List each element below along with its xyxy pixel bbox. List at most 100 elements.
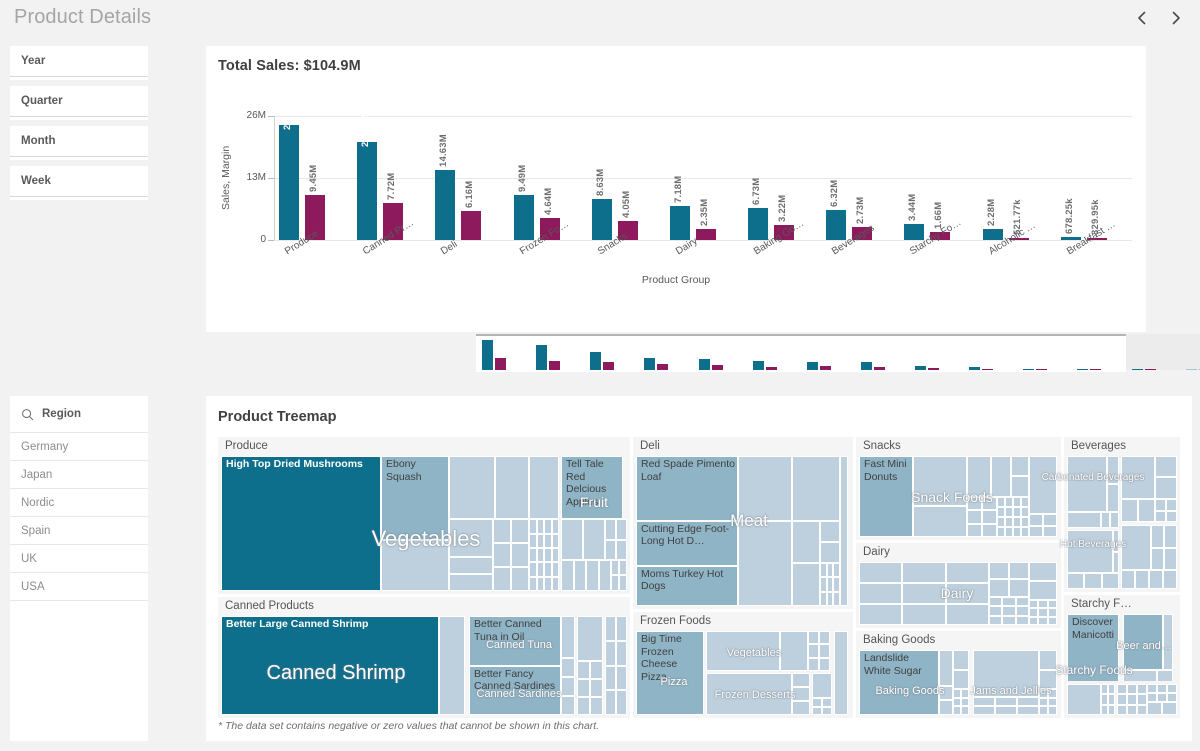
treemap-tile[interactable] (583, 519, 605, 560)
treemap-tile[interactable] (536, 548, 544, 563)
treemap-tile[interactable] (819, 644, 830, 658)
treemap-tile[interactable] (792, 673, 810, 687)
treemap-tile[interactable] (449, 574, 493, 591)
treemap-tile[interactable]: Cutting Edge Foot-Long Hot D… (636, 520, 738, 566)
treemap-tile[interactable] (544, 576, 552, 591)
treemap-tile[interactable] (973, 696, 995, 706)
treemap-tile[interactable] (967, 523, 982, 537)
treemap-tile[interactable] (605, 539, 616, 560)
treemap-tile[interactable] (1013, 526, 1021, 537)
treemap-tile[interactable] (967, 496, 982, 510)
treemap-tile[interactable] (961, 689, 969, 698)
treemap-tile[interactable] (792, 562, 820, 606)
treemap-tile[interactable] (819, 631, 830, 645)
treemap-tile[interactable] (989, 562, 1009, 580)
treemap-tile[interactable] (616, 519, 627, 540)
treemap-tile[interactable] (1002, 596, 1016, 607)
treemap-tile[interactable] (833, 562, 840, 577)
treemap-tile[interactable] (1108, 694, 1115, 705)
region-item-germany[interactable]: Germany (10, 433, 148, 461)
treemap-tile[interactable] (826, 577, 834, 592)
treemap-tile[interactable] (561, 657, 575, 677)
treemap-tile[interactable] (1039, 650, 1057, 670)
treemap-tile[interactable] (989, 596, 1003, 607)
treemap-tile[interactable] (561, 695, 575, 715)
treemap-tile[interactable] (551, 576, 559, 591)
treemap-tile[interactable] (792, 456, 840, 521)
treemap-tile[interactable] (1101, 694, 1108, 705)
treemap-tile[interactable] (840, 456, 848, 606)
treemap-tile[interactable] (1021, 496, 1029, 507)
treemap-tile[interactable] (1029, 599, 1039, 609)
treemap-tile[interactable] (1147, 702, 1162, 715)
treemap-tile[interactable] (738, 456, 792, 521)
treemap-tile[interactable] (619, 559, 627, 576)
treemap-tile[interactable] (792, 687, 810, 701)
treemap-group-produce[interactable]: Produce High Top Dried Mushrooms Ebony Squ… (218, 437, 630, 594)
treemap-tile[interactable] (616, 616, 627, 641)
treemap-tile[interactable] (551, 548, 559, 563)
treemap-tile[interactable] (1147, 693, 1157, 702)
treemap-tile[interactable] (1151, 525, 1164, 548)
treemap-tile[interactable] (812, 698, 822, 707)
treemap-tile[interactable] (833, 577, 840, 592)
treemap-tile[interactable] (1015, 596, 1029, 607)
treemap-tile[interactable] (1013, 506, 1021, 517)
treemap-tile[interactable] (1043, 514, 1057, 526)
treemap-tile[interactable] (1039, 669, 1057, 689)
treemap-tile[interactable] (1113, 530, 1119, 552)
treemap-tile[interactable] (982, 496, 997, 510)
treemap-group-misc[interactable] (1064, 681, 1180, 718)
treemap-tile[interactable] (561, 616, 575, 658)
treemap-tile[interactable] (913, 506, 967, 537)
bar-sales[interactable] (279, 124, 299, 240)
bar-sales[interactable] (435, 170, 456, 240)
region-item-nordic[interactable]: Nordic (10, 489, 148, 517)
treemap-tile[interactable] (577, 660, 590, 679)
treemap-tile[interactable] (605, 616, 616, 641)
treemap-tile[interactable] (1017, 696, 1039, 706)
treemap-tile[interactable] (1005, 516, 1013, 527)
treemap-tile[interactable] (973, 650, 1039, 697)
bar-sales[interactable] (982, 229, 1003, 240)
bar-sales[interactable] (669, 205, 690, 240)
treemap-tile[interactable] (1021, 516, 1029, 527)
treemap-tile[interactable] (1029, 456, 1057, 515)
treemap-tile[interactable] (1110, 511, 1119, 528)
treemap-tile[interactable]: Red Spade Pimento Loaf (636, 456, 738, 521)
treemap-tile[interactable] (1108, 684, 1115, 695)
treemap-tile[interactable] (1137, 694, 1147, 705)
treemap-tile[interactable] (1107, 456, 1119, 484)
treemap-tile[interactable] (544, 548, 552, 563)
treemap-tile[interactable] (820, 541, 840, 563)
treemap-tile[interactable]: Better Large Canned Shrimp (221, 616, 439, 715)
treemap-tile[interactable] (808, 657, 819, 672)
treemap-tile[interactable] (989, 615, 1003, 625)
treemap-tile[interactable] (1029, 525, 1043, 537)
treemap-tile[interactable] (1011, 476, 1029, 497)
treemap-tile[interactable] (1005, 526, 1013, 537)
treemap-group-snacks[interactable]: Snacks Fast Mini Donuts Snack Foods (856, 437, 1061, 540)
treemap-tile[interactable] (1038, 599, 1048, 609)
treemap-tile[interactable] (973, 705, 995, 715)
treemap-tile[interactable] (822, 706, 832, 715)
treemap-tile[interactable] (982, 523, 997, 537)
x-axis-tick-label[interactable]: Deli (439, 239, 459, 257)
treemap-tile[interactable] (820, 577, 827, 592)
treemap-tile[interactable] (1067, 511, 1101, 528)
treemap-tile[interactable] (945, 604, 989, 625)
filter-quarter[interactable]: Quarter (10, 86, 148, 120)
bar-sales[interactable] (513, 194, 534, 240)
treemap-tile[interactable] (991, 456, 1011, 497)
bar-sales[interactable] (591, 198, 612, 240)
treemap-tile[interactable] (945, 583, 989, 604)
treemap-tile[interactable]: High Top Dried Mushrooms (221, 456, 381, 591)
treemap-group-beverages[interactable]: Beverages Carbonated Beverages Hot Beverag… (1042, 437, 1180, 592)
treemap-tile[interactable] (1013, 516, 1021, 527)
bar-chart[interactable]: 0 13M 26M Sales, Margin 24.16M 9.45M 20.52M 7.7… (206, 74, 1146, 324)
treemap-tile[interactable] (961, 706, 969, 715)
treemap-tile[interactable] (1117, 684, 1127, 695)
treemap-tile[interactable] (1029, 608, 1039, 617)
region-item-usa[interactable]: USA (10, 573, 148, 601)
region-item-japan[interactable]: Japan (10, 461, 148, 489)
